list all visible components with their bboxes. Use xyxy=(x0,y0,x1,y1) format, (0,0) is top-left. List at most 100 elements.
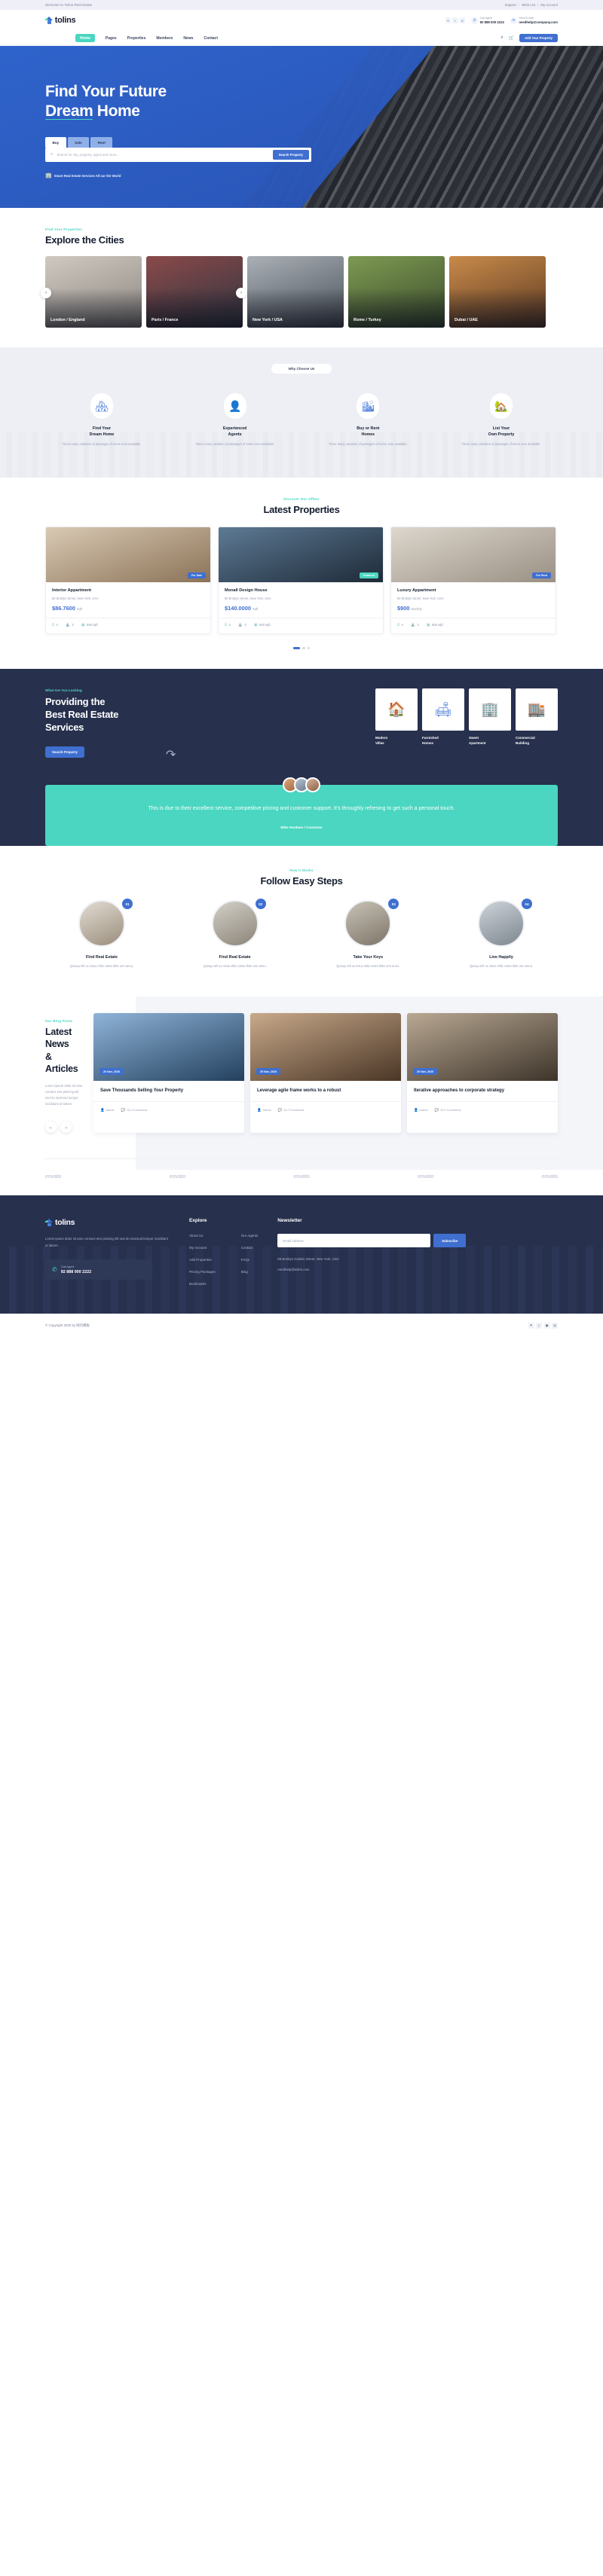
tab-sale[interactable]: Sale xyxy=(67,137,90,148)
twitter-icon[interactable]: ✦ xyxy=(445,17,451,23)
search-icon[interactable]: ⌕ xyxy=(500,35,503,41)
feature-item[interactable]: 🏙 Buy or Rent Homes There many variation… xyxy=(311,393,424,447)
property-tag: Featured xyxy=(359,572,378,579)
send-email-block[interactable]: ✉ Send E-mail needhelp@company.com xyxy=(510,17,558,24)
footer-link-our-agents[interactable]: Our Agents xyxy=(241,1234,259,1238)
news-prev-arrow[interactable]: ← xyxy=(45,1122,57,1134)
footer-link-pricing-packages[interactable]: Pricing Packages xyxy=(189,1270,216,1274)
city-card[interactable]: New York / USA xyxy=(247,256,344,328)
brand-logo: envato xyxy=(293,1174,310,1180)
feature-desc: There many variation of passages of lore… xyxy=(461,442,541,447)
search-property-button[interactable]: Search Property xyxy=(45,746,84,758)
footer-call-agent[interactable]: ✆ Call Agent 92 888 000 2222 xyxy=(45,1259,152,1280)
dribbble-icon[interactable]: ◉ xyxy=(543,1323,550,1329)
news-image: 20 Nov, 2020 xyxy=(407,1013,558,1082)
my-account-link[interactable]: My Account xyxy=(540,3,558,7)
feature-item[interactable]: 🏡 List Your Own Property There many vari… xyxy=(445,393,558,447)
footer-brand-name: tolins xyxy=(55,1218,75,1228)
step-item[interactable]: 02 Find Real Estate Quisqu tell us nisus… xyxy=(179,899,292,969)
cities-next-arrow[interactable]: › xyxy=(236,288,246,298)
step-desc: Quisqu tell us nisus elitis vistra tibte… xyxy=(469,964,534,969)
footer-link-about-us[interactable]: About Us xyxy=(189,1234,216,1238)
step-item[interactable]: 04 Live Happily Quisqu tell us nisus eli… xyxy=(445,899,558,969)
city-card[interactable]: Rome / Turkey xyxy=(348,256,445,328)
footer-link-blog[interactable]: Blog xyxy=(241,1270,259,1274)
property-area: 500 sqft xyxy=(259,623,271,627)
property-card[interactable]: Featured Monall Design House 80 Broklyn … xyxy=(218,526,384,634)
providing-title: Providing the Best Real Estate Services xyxy=(45,696,119,734)
bed-icon: ⌸ xyxy=(225,622,228,627)
facebook-icon[interactable]: f xyxy=(452,17,458,23)
news-card[interactable]: 20 Nov, 2020 Leverage agile frame works … xyxy=(250,1013,401,1134)
feature-desc: There many variation of passages of lore… xyxy=(195,442,275,447)
news-card[interactable]: 20 Nov, 2020 Iterative approaches to cor… xyxy=(407,1013,558,1134)
nav-item-contact[interactable]: Contact xyxy=(204,36,218,41)
tab-buy[interactable]: Buy xyxy=(45,137,66,148)
carousel-dot[interactable] xyxy=(302,646,305,650)
feature-item[interactable]: 👤 Experienced Agents There many variatio… xyxy=(179,393,292,447)
newsletter-email-input[interactable]: Email Address xyxy=(277,1234,431,1248)
footer-link-add-properties[interactable]: Add Properties xyxy=(189,1258,216,1262)
property-title: Monall Design House xyxy=(225,588,268,594)
feature-desc: There many variation of passages of lore… xyxy=(62,442,142,447)
service-item[interactable]: 🏢 Sweet Apartment xyxy=(469,688,511,746)
nav-item-home[interactable]: Home xyxy=(75,33,95,43)
call-agent-block[interactable]: ✆ Call Agent 92 888 000 2222 xyxy=(471,17,504,24)
subscribe-button[interactable]: Subscribe xyxy=(433,1234,467,1248)
service-item[interactable]: 🛋 Furnished Homes xyxy=(422,688,464,746)
city-card[interactable]: Paris / France xyxy=(146,256,243,328)
cities-prev-arrow[interactable]: ‹ xyxy=(41,288,51,298)
city-label: Paris / France xyxy=(152,318,179,322)
instagram-icon[interactable]: ◎ xyxy=(459,17,466,23)
search-property-button[interactable]: Search Property xyxy=(272,150,309,160)
footer-email[interactable]: needhelp@tolins.com xyxy=(277,1268,466,1271)
support-link[interactable]: Support xyxy=(505,3,516,7)
service-name: Furnished Homes xyxy=(422,736,439,746)
search-input[interactable]: Search for city, property, agent and mor… xyxy=(57,153,119,157)
footer-logo[interactable]: tolins xyxy=(44,1218,170,1228)
news-comments: GL2 Comments xyxy=(283,1108,305,1113)
footer-newsletter-title: Newsletter xyxy=(277,1218,302,1224)
step-item[interactable]: 01 Find Real Estate Quisqu tell us nisus… xyxy=(45,899,158,969)
tab-rent[interactable]: Rent xyxy=(90,137,113,148)
nav-item-pages[interactable]: Pages xyxy=(106,36,117,41)
footer-link-bookmarks[interactable]: Bookmarks xyxy=(189,1282,216,1286)
nav-item-news[interactable]: News xyxy=(183,36,193,41)
carousel-dot-active[interactable] xyxy=(293,646,300,650)
wishlist-link[interactable]: Wish List xyxy=(522,3,535,7)
cart-icon[interactable]: 🛒 xyxy=(509,35,514,41)
news-card[interactable]: 20 Nov, 2020 Save Thousands Selling Your… xyxy=(93,1013,244,1134)
footer-link-faqs[interactable]: FAQs xyxy=(241,1258,259,1262)
providing-section: What Are You Looking Providing the Best … xyxy=(0,669,603,847)
service-item[interactable]: 🏠 Modern Villas xyxy=(375,688,418,746)
news-section: Our Blog Posts Latest News & Articles Lo… xyxy=(0,997,603,1170)
site-logo[interactable]: tolins xyxy=(44,16,76,25)
nav-item-members[interactable]: Members xyxy=(156,36,173,41)
property-beds: 4 xyxy=(228,623,231,627)
footer-link-contact[interactable]: Contact xyxy=(241,1246,259,1250)
city-card[interactable]: London / England xyxy=(45,256,142,328)
news-date: 20 Nov, 2020 xyxy=(413,1068,438,1076)
property-card[interactable]: For Rent Luxury Appartment 80 Broklyn St… xyxy=(390,526,556,634)
city-card[interactable]: Dubai / UAE xyxy=(449,256,546,328)
property-unit: Sqft xyxy=(252,606,259,611)
step-item[interactable]: 03 Take Your Keys Quisqu tell us nisus e… xyxy=(311,899,424,969)
service-item[interactable]: 🏬 Commercial Building xyxy=(516,688,558,746)
add-property-button[interactable]: Add Your Property xyxy=(519,33,558,43)
property-card[interactable]: For Sale Interior Appartment 80 Broklyn … xyxy=(45,526,211,634)
facebook-icon[interactable]: f xyxy=(536,1323,542,1329)
feature-item[interactable]: 🏘 Find Your Dream Home There many variat… xyxy=(45,393,158,447)
twitter-icon[interactable]: ✦ xyxy=(528,1323,534,1329)
news-nav-buttons: ← → xyxy=(45,1122,83,1134)
news-next-arrow[interactable]: → xyxy=(60,1122,72,1134)
footer-link-my-account[interactable]: My Account xyxy=(189,1246,216,1250)
carousel-dot[interactable] xyxy=(307,646,310,650)
property-baths: 2 xyxy=(417,623,419,627)
comment-icon: 💬 xyxy=(277,1107,283,1112)
property-baths: 2 xyxy=(72,623,74,627)
nav-item-properties[interactable]: Properties xyxy=(127,36,146,41)
instagram-icon[interactable]: ◎ xyxy=(552,1323,558,1329)
house-logo-icon xyxy=(44,1219,54,1226)
news-image: 20 Nov, 2020 xyxy=(250,1013,401,1082)
step-desc: Quisqu tell us nisus elitis vistra tibte… xyxy=(69,964,134,969)
